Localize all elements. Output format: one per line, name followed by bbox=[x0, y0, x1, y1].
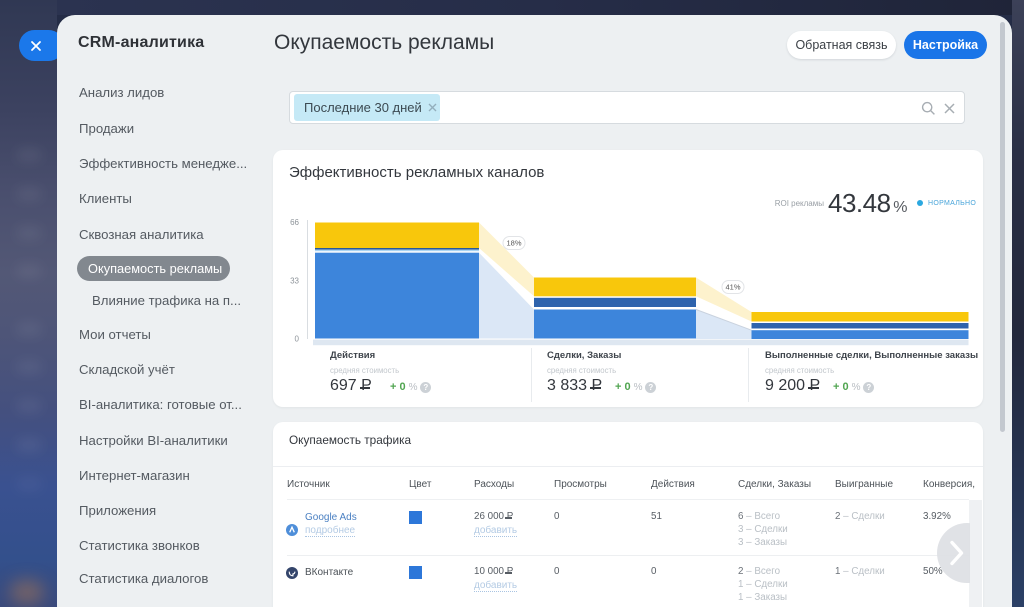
svg-text:0: 0 bbox=[295, 335, 300, 344]
svg-text:41%: 41% bbox=[725, 283, 740, 292]
svg-text:33: 33 bbox=[290, 277, 299, 286]
svg-text:66: 66 bbox=[290, 218, 299, 227]
svg-text:18%: 18% bbox=[506, 239, 521, 248]
